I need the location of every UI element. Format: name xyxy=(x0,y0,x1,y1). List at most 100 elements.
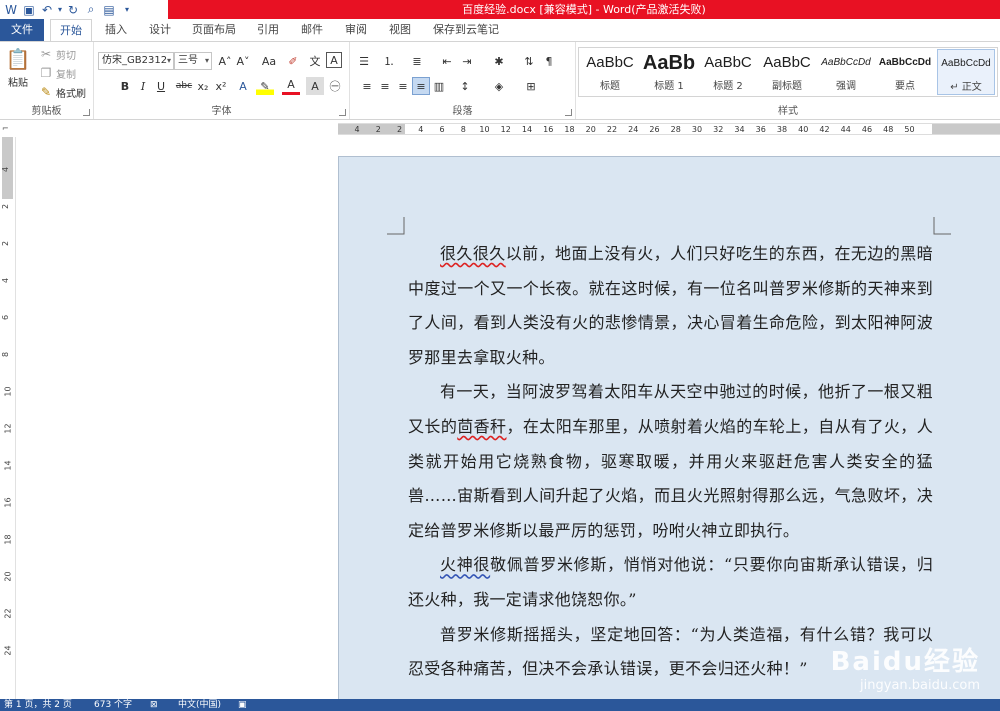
spell-flag: 茴香秆 xyxy=(457,416,507,436)
tab-references[interactable]: 引用 xyxy=(248,19,288,41)
customize-qat-icon[interactable]: ▾ xyxy=(118,2,136,18)
style-preview: AaBbCcDd xyxy=(878,57,932,68)
styles-group-label: 样式 xyxy=(778,106,798,117)
style-preview: AaBbC xyxy=(763,54,811,71)
tab-file[interactable]: 文件 xyxy=(0,19,44,41)
window-title: 百度经验.docx [兼容模式] - Word(产品激活失败) xyxy=(462,3,706,16)
multilevel-list-icon[interactable]: ≣ xyxy=(408,52,426,70)
shrink-font-button[interactable]: A˅ xyxy=(234,52,252,70)
font-family-combo[interactable]: 仿宋_GB2312 ▾ xyxy=(98,52,174,70)
tab-review[interactable]: 审阅 xyxy=(336,19,376,41)
status-bar: 第 1 页，共 2 页 673 个字 ⊠ 中文(中国) ▣ xyxy=(0,699,1000,711)
ruler-left-margin xyxy=(338,124,405,134)
page-count[interactable]: 第 1 页，共 2 页 xyxy=(4,699,72,711)
word-count[interactable]: 673 个字 xyxy=(94,699,132,711)
phonetic-guide-icon[interactable]: 文 xyxy=(306,52,324,70)
clear-format-icon[interactable]: ✐ xyxy=(284,52,302,70)
tab-design[interactable]: 设计 xyxy=(140,19,180,41)
change-case-button[interactable]: Aa xyxy=(257,52,281,70)
align-left-icon[interactable]: ≡ xyxy=(358,77,376,95)
font-color-icon[interactable]: A xyxy=(282,77,300,95)
font-size-combo[interactable]: 三号 ▾ xyxy=(174,52,212,70)
tab-page-layout[interactable]: 页面布局 xyxy=(186,19,242,41)
tab-insert[interactable]: 插入 xyxy=(96,19,136,41)
style-name: ↵ 正文 xyxy=(950,82,982,93)
style-normal[interactable]: AaBbCcDd ↵ 正文 xyxy=(937,49,995,95)
undo-icon[interactable]: ↶ xyxy=(38,2,56,18)
watermark-logo: Baidu经验 xyxy=(830,647,980,677)
open-icon[interactable]: ▤ xyxy=(100,2,118,18)
copy-icon: ❐ xyxy=(40,66,52,80)
decrease-indent-icon[interactable]: ⇤ xyxy=(438,52,456,70)
ruler-tick: 28 xyxy=(670,125,681,134)
ruler-tick: 10 xyxy=(479,125,490,134)
tab-home[interactable]: 开始 xyxy=(50,19,92,42)
clipboard-launcher-icon[interactable] xyxy=(83,109,90,116)
tab-mailings[interactable]: 邮件 xyxy=(292,19,332,41)
paragraph-launcher-icon[interactable] xyxy=(565,109,572,116)
subscript-button[interactable]: x₂ xyxy=(194,77,212,95)
grow-font-button[interactable]: A˄ xyxy=(216,52,234,70)
vruler-tick: 2 xyxy=(1,240,11,247)
save-icon[interactable]: ▣ xyxy=(20,2,38,18)
justify-icon[interactable]: ≡ xyxy=(412,77,430,95)
horizontal-ruler[interactable]: ⌐ 4 2 2 4 6 8 10 12 14 16 18 20 22 24 26 28 30 32 34 36 38 40… xyxy=(0,121,1000,137)
vruler-tick: 4 xyxy=(1,166,11,173)
bullets-icon[interactable]: ☰ xyxy=(355,52,373,70)
style-heading-1[interactable]: AaBb 标题 1 xyxy=(640,49,698,95)
style-name: 标题 2 xyxy=(713,81,743,92)
document-body[interactable]: 很久很久以前，地面上没有火，人们只好吃生的东西，在无边的黑暗中度过一个又一个长夜… xyxy=(408,237,933,687)
ruler-right-margin xyxy=(932,124,1000,134)
char-shading-icon[interactable]: A xyxy=(306,77,324,95)
font-launcher-icon[interactable] xyxy=(339,109,346,116)
text-effects-icon[interactable]: A xyxy=(234,77,252,95)
ruler-tick: 34 xyxy=(734,125,745,134)
style-strong[interactable]: AaBbCcDd 要点 xyxy=(876,49,934,95)
align-center-icon[interactable]: ≡ xyxy=(376,77,394,95)
italic-button[interactable]: I xyxy=(134,77,152,95)
strikethrough-button[interactable]: abc xyxy=(174,77,194,95)
style-heading-2[interactable]: AaBbC 标题 2 xyxy=(699,49,757,95)
redo-icon[interactable]: ↻ xyxy=(64,2,82,18)
enclosed-char-button[interactable]: A xyxy=(326,52,342,68)
clipboard-group: 📋 粘贴 ✂ 剪切 ❐ 复制 ✎ 格式刷 剪贴板 xyxy=(0,42,94,119)
tab-save-cloud-notes[interactable]: 保存到云笔记 xyxy=(426,19,506,41)
underline-button[interactable]: U xyxy=(152,77,170,95)
sort-icon[interactable]: ⇅ xyxy=(520,52,538,70)
align-right-icon[interactable]: ≡ xyxy=(394,77,412,95)
paste-button[interactable]: 📋 粘贴 xyxy=(5,46,31,89)
style-name: 副标题 xyxy=(772,81,802,92)
tab-selector-icon[interactable]: ⌐ xyxy=(2,124,12,134)
shading-icon[interactable]: ◈ xyxy=(490,77,508,95)
print-preview-icon[interactable]: ⌕ xyxy=(82,2,100,18)
line-spacing-icon[interactable]: ↕ xyxy=(456,77,474,95)
style-preview: AaBbCcDd xyxy=(941,58,991,69)
bold-button[interactable]: B xyxy=(116,77,134,95)
distributed-icon[interactable]: ▥ xyxy=(430,77,448,95)
style-title[interactable]: AaBbC 标题 xyxy=(581,49,639,95)
clipboard-icon: 📋 xyxy=(5,47,31,71)
word-icon: W xyxy=(5,2,17,17)
superscript-button[interactable]: x² xyxy=(212,77,230,95)
copy-button[interactable]: ❐ 复制 xyxy=(38,65,76,81)
vertical-ruler[interactable]: 4 2 2 4 6 8 10 12 14 16 18 20 22 24 xyxy=(0,137,16,699)
document-page[interactable]: 很久很久以前，地面上没有火，人们只好吃生的东西，在无边的黑暗中度过一个又一个长夜… xyxy=(338,156,1000,701)
borders-icon[interactable]: ⊞ xyxy=(522,77,540,95)
highlight-icon[interactable]: ✎ xyxy=(256,77,274,95)
more-icon[interactable]: ▾ xyxy=(56,2,64,18)
ruler-tick: 4 xyxy=(354,125,360,134)
ruler-tick: 42 xyxy=(819,125,830,134)
language[interactable]: 中文(中国) xyxy=(178,699,221,711)
show-marks-icon[interactable]: ¶ xyxy=(540,52,558,70)
chinese-layout-icon[interactable]: ✱ xyxy=(490,52,508,70)
increase-indent-icon[interactable]: ⇥ xyxy=(458,52,476,70)
numbering-icon[interactable]: ⒈ xyxy=(380,52,398,70)
macro-icon[interactable]: ▣ xyxy=(238,699,247,711)
format-painter-button[interactable]: ✎ 格式刷 xyxy=(38,84,86,100)
proofing-icon[interactable]: ⊠ xyxy=(150,699,158,711)
enclosed-char-icon[interactable]: ㊀ xyxy=(326,77,344,95)
tab-view[interactable]: 视图 xyxy=(380,19,420,41)
style-emphasis[interactable]: AaBbCcDd 强调 xyxy=(817,49,875,95)
style-subtitle[interactable]: AaBbC 副标题 xyxy=(758,49,816,95)
cut-button[interactable]: ✂ 剪切 xyxy=(38,46,76,62)
